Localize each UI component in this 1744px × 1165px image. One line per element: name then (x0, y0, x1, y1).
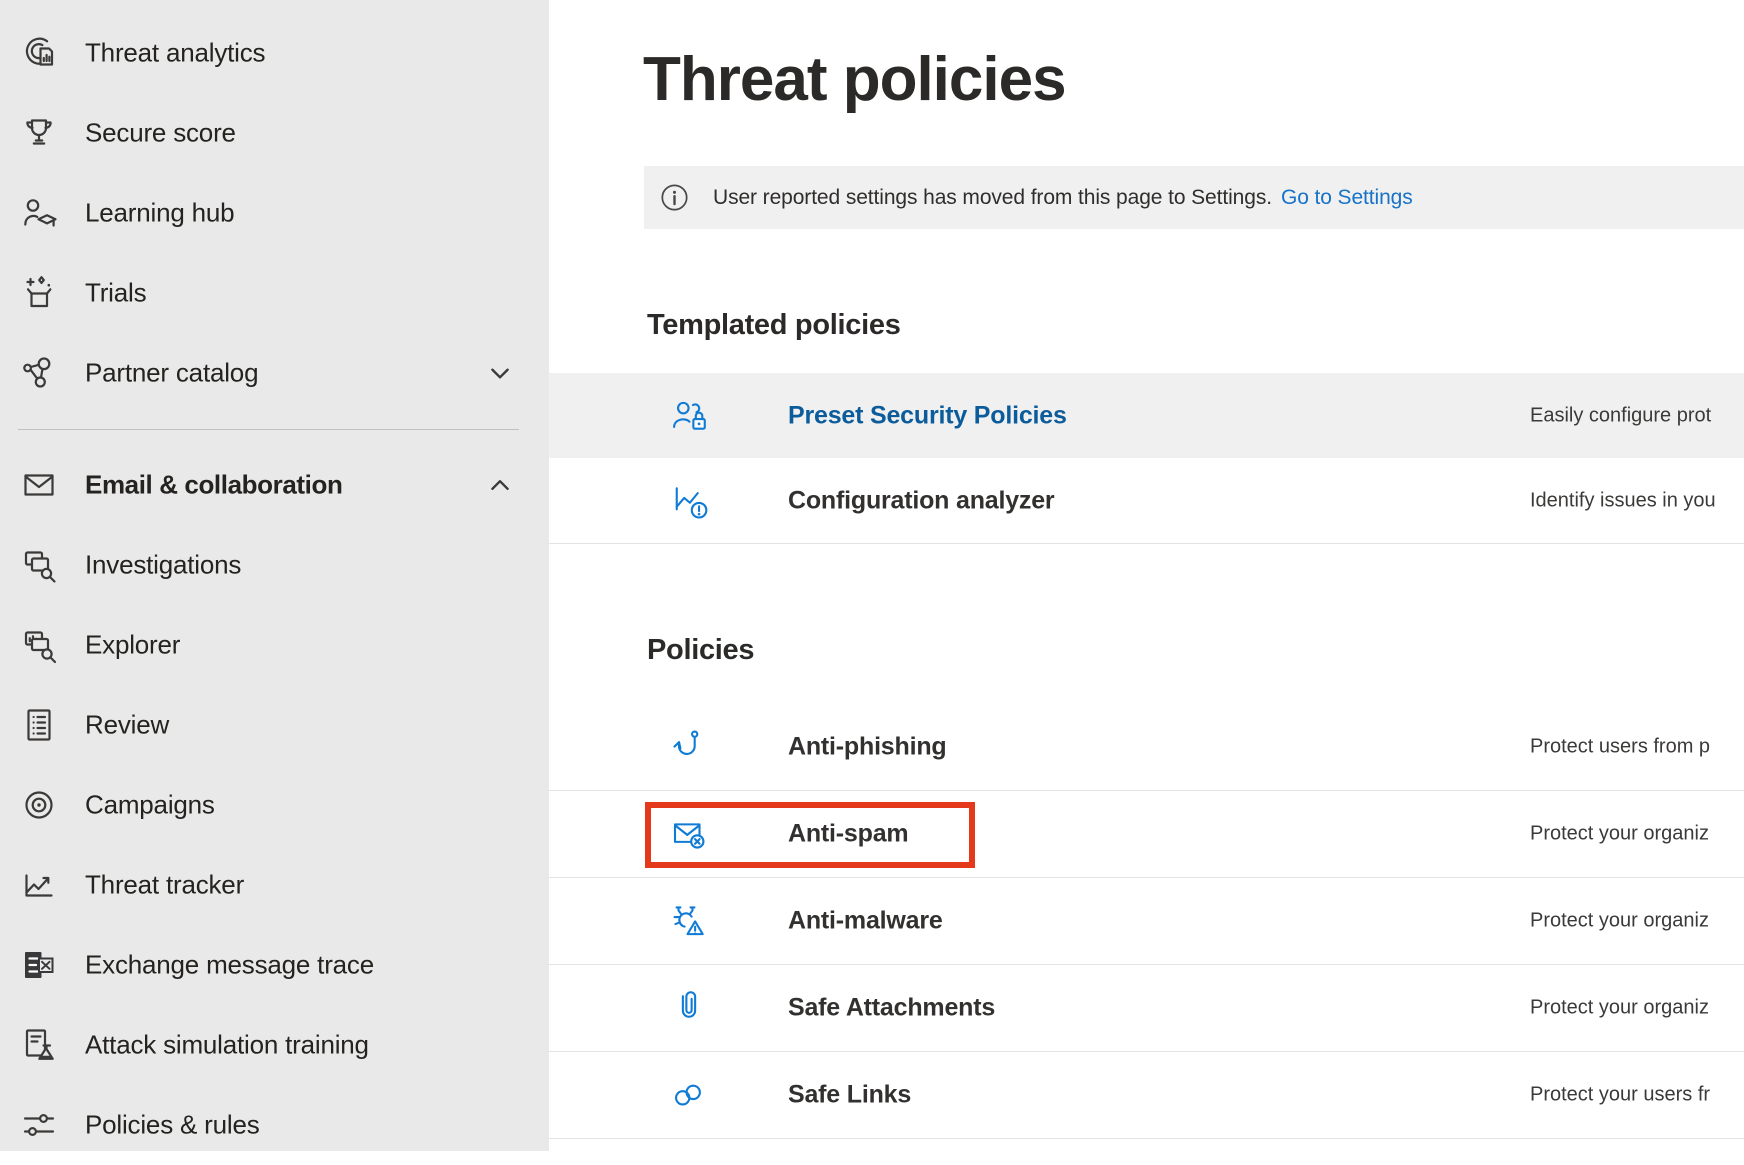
sidebar-item-threat-tracker[interactable]: Threat tracker (0, 845, 549, 925)
templated-policies-heading: Templated policies (647, 309, 901, 342)
templated-policies-list: Preset Security Policies Easily configure… (549, 373, 1744, 544)
partner-catalog-icon (19, 353, 59, 393)
row-label-anti-phishing: Anti-phishing (788, 733, 946, 762)
row-label-anti-malware: Anti-malware (788, 907, 943, 936)
sidebar-item-secure-score[interactable]: Secure score (0, 93, 549, 173)
sidebar-navigation: Threat analytics Secure score Learning hub… (0, 0, 549, 1151)
attack-simulation-icon (19, 1025, 59, 1065)
anti-malware-icon (668, 900, 710, 942)
sidebar-item-exchange-message-trace[interactable]: Exchange message trace (0, 925, 549, 1005)
row-description: Protect your organiz (1530, 910, 1709, 933)
sidebar-item-label: Campaigns (85, 790, 215, 821)
sidebar-item-policies-rules[interactable]: Policies & rules (0, 1085, 549, 1165)
secure-score-icon (19, 113, 59, 153)
row-description: Protect users from p (1530, 736, 1710, 759)
sidebar-item-campaigns[interactable]: Campaigns (0, 765, 549, 845)
explorer-icon (19, 625, 59, 665)
row-description: Protect your organiz (1530, 823, 1709, 846)
go-to-settings-link[interactable]: Go to Settings (1281, 186, 1413, 210)
sidebar-divider (18, 429, 519, 430)
sidebar-item-attack-simulation-training[interactable]: Attack simulation training (0, 1005, 549, 1085)
sidebar-item-label: Partner catalog (85, 358, 258, 389)
info-icon (660, 183, 689, 212)
row-anti-phishing[interactable]: Anti-phishing Protect users from p (549, 704, 1744, 791)
investigations-icon (19, 545, 59, 585)
row-label-safe-attachments: Safe Attachments (788, 994, 995, 1023)
row-description: Protect your organiz (1530, 997, 1709, 1020)
sidebar-item-threat-analytics[interactable]: Threat analytics (0, 13, 549, 93)
row-safe-links[interactable]: Safe Links Protect your users fr (549, 1052, 1744, 1139)
sidebar-item-review[interactable]: Review (0, 685, 549, 765)
row-label-configuration-analyzer: Configuration analyzer (788, 486, 1054, 515)
row-configuration-analyzer[interactable]: Configuration analyzer Identify issues in… (549, 458, 1744, 544)
sidebar-item-label: Explorer (85, 630, 180, 661)
learning-hub-icon (19, 193, 59, 233)
row-label-safe-links: Safe Links (788, 1081, 911, 1110)
row-safe-attachments[interactable]: Safe Attachments Protect your organiz (549, 965, 1744, 1052)
row-anti-malware[interactable]: Anti-malware Protect your organiz (549, 878, 1744, 965)
row-description: Protect your users fr (1530, 1084, 1710, 1107)
sidebar-item-label: Attack simulation training (85, 1030, 369, 1061)
safe-links-icon (668, 1074, 710, 1116)
anti-phishing-icon (668, 726, 710, 768)
sidebar-item-investigations[interactable]: Investigations (0, 525, 549, 605)
sidebar-item-email-collaboration[interactable]: Email & collaboration (0, 445, 549, 525)
sidebar-item-learning-hub[interactable]: Learning hub (0, 173, 549, 253)
policies-heading: Policies (647, 634, 754, 667)
configuration-analyzer-icon (668, 480, 710, 522)
policies-rules-icon (19, 1105, 59, 1145)
info-banner-text: User reported settings has moved from th… (713, 186, 1272, 210)
policies-list: Anti-phishing Protect users from p Anti-sp… (549, 704, 1744, 1139)
exchange-icon (19, 945, 59, 985)
sidebar-item-label: Exchange message trace (85, 950, 374, 981)
email-collaboration-icon (19, 465, 59, 505)
row-preset-security-policies[interactable]: Preset Security Policies Easily configure… (549, 373, 1744, 458)
sidebar-item-label: Learning hub (85, 198, 234, 229)
threat-tracker-icon (19, 865, 59, 905)
trials-icon (19, 273, 59, 313)
preset-security-icon (668, 395, 710, 437)
sidebar-item-label: Threat analytics (85, 38, 265, 69)
row-label-preset-security-policies[interactable]: Preset Security Policies (788, 401, 1067, 430)
page-title: Threat policies (643, 44, 1066, 115)
sidebar-item-trials[interactable]: Trials (0, 253, 549, 333)
campaigns-icon (19, 785, 59, 825)
sidebar-item-partner-catalog[interactable]: Partner catalog (0, 333, 549, 413)
sidebar-item-label: Investigations (85, 550, 241, 581)
chevron-down-icon (487, 360, 513, 386)
sidebar-item-label: Secure score (85, 118, 236, 149)
row-label-anti-spam: Anti-spam (788, 820, 908, 849)
main-content: Threat policies User reported settings h… (549, 0, 1744, 1151)
sidebar-item-label: Policies & rules (85, 1110, 260, 1141)
info-banner: User reported settings has moved from th… (644, 166, 1744, 229)
anti-spam-icon (668, 813, 710, 855)
sidebar-item-label: Trials (85, 278, 146, 309)
safe-attachments-icon (668, 987, 710, 1029)
sidebar-item-label: Review (85, 710, 169, 741)
row-anti-spam[interactable]: Anti-spam Protect your organiz (549, 791, 1744, 878)
chevron-up-icon (487, 472, 513, 498)
sidebar-item-label: Threat tracker (85, 870, 244, 901)
row-description: Easily configure prot (1530, 404, 1711, 427)
sidebar-item-label: Email & collaboration (85, 470, 342, 501)
row-description: Identify issues in you (1530, 489, 1716, 512)
review-icon (19, 705, 59, 745)
sidebar-item-explorer[interactable]: Explorer (0, 605, 549, 685)
threat-analytics-icon (19, 33, 59, 73)
